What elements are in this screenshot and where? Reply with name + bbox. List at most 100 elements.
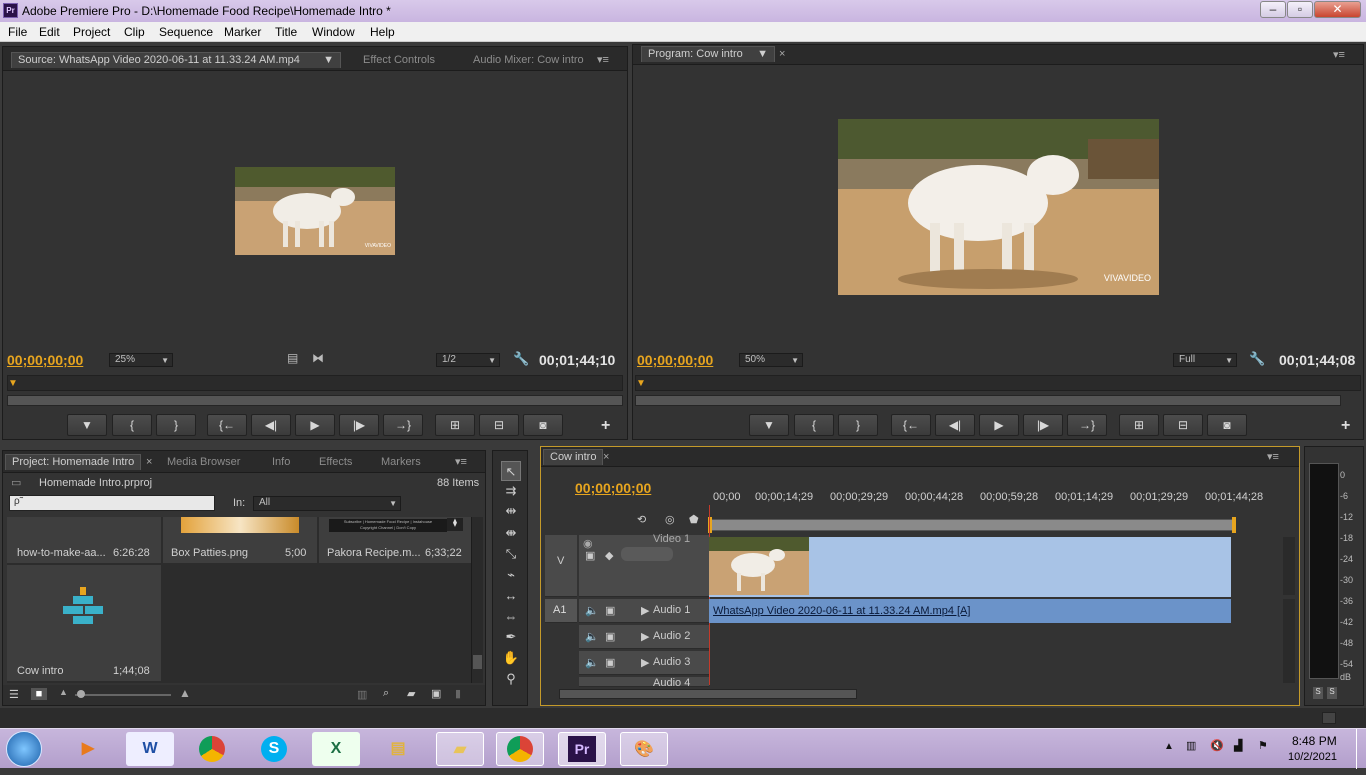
tab-project[interactable]: Project: Homemade Intro (5, 454, 142, 470)
output-icon[interactable]: ⧓ (312, 351, 324, 365)
hand-tool-icon[interactable]: ✋ (501, 648, 521, 668)
work-area-bar[interactable] (708, 517, 1236, 533)
program-time-ruler[interactable]: ▼ (635, 375, 1361, 391)
list-view-icon[interactable]: ☰ (9, 688, 19, 701)
tab-effect-controls[interactable]: Effect Controls (357, 53, 441, 69)
menu-project[interactable]: Project (73, 25, 110, 39)
excel-icon[interactable]: X (312, 732, 360, 766)
display-style-icon[interactable]: ▣ (585, 549, 595, 562)
tab-info[interactable]: Info (266, 455, 296, 471)
video-target-header[interactable]: V (545, 535, 577, 597)
tab-audio-mixer[interactable]: Audio Mixer: Cow intro (467, 53, 590, 69)
program-timecode[interactable]: 00;00;00;00 (637, 352, 713, 368)
audio-target-header[interactable]: A1 (545, 599, 577, 623)
menu-clip[interactable]: Clip (124, 25, 145, 39)
media-player-icon[interactable]: ▶ (64, 732, 112, 766)
wrench-icon[interactable]: 🔧 (513, 351, 529, 367)
snap-icon[interactable]: ⟲ (637, 513, 646, 526)
bin-item[interactable]: Subscribe | Homemade Food Recipe | Insta… (319, 517, 473, 563)
mark-in-button[interactable]: { (112, 414, 152, 436)
maximize-button[interactable]: ▫ (1287, 1, 1313, 18)
video-clip[interactable] (709, 537, 1231, 597)
program-add-button-icon[interactable]: + (1341, 417, 1350, 435)
razor-tool-icon[interactable]: ⌁ (501, 565, 521, 585)
menu-help[interactable]: Help (370, 25, 395, 39)
paint-running-icon[interactable]: 🎨 (620, 732, 668, 766)
go-to-out-button[interactable]: →} (383, 414, 423, 436)
tab-markers[interactable]: Markers (375, 455, 427, 471)
clock-time[interactable]: 8:48 PM (1292, 734, 1337, 748)
overwrite-button[interactable]: ⊟ (479, 414, 519, 436)
expand-triangle-icon[interactable]: ▶ (641, 604, 649, 617)
menu-file[interactable]: File (8, 25, 27, 39)
solo-left-button[interactable]: S (1313, 687, 1323, 699)
video-tracks-scrollbar[interactable] (1283, 537, 1295, 595)
close-button[interactable]: ✕ (1314, 1, 1361, 18)
source-zoom-scrollbar[interactable] (7, 395, 623, 406)
menu-title[interactable]: Title (275, 25, 297, 39)
program-zoom-select[interactable]: 50% (739, 353, 803, 367)
export-frame-button[interactable]: ◙ (1207, 414, 1247, 436)
project-scrollbar[interactable] (471, 517, 483, 683)
bin-item[interactable]: how-to-make-aa... 6:26:28 (7, 517, 161, 563)
icon-view-icon[interactable]: ■ (31, 688, 47, 700)
rolling-edit-tool-icon[interactable]: ⇼ (501, 523, 521, 543)
minimize-button[interactable]: – (1260, 1, 1286, 18)
new-item-icon[interactable]: ▣ (431, 687, 441, 700)
automate-icon[interactable]: ▥ (357, 688, 367, 701)
step-back-button[interactable]: ◀| (251, 414, 291, 436)
opacity-control[interactable] (621, 547, 673, 561)
program-resolution-select[interactable]: Full (1173, 353, 1237, 367)
play-button[interactable]: ▶ (295, 414, 335, 436)
mark-out-button[interactable]: } (838, 414, 878, 436)
tab-effects[interactable]: Effects (313, 455, 358, 471)
signal-icon[interactable]: ▟ (1234, 739, 1242, 752)
go-to-in-button[interactable]: {← (207, 414, 247, 436)
expand-triangle-icon[interactable]: ▶ (641, 656, 649, 669)
timeline-timecode[interactable]: 00;00;00;00 (575, 480, 651, 496)
wrench-icon[interactable]: 🔧 (1249, 351, 1265, 367)
file-explorer-icon[interactable]: ▤ (374, 732, 422, 766)
program-zoom-scrollbar[interactable] (635, 395, 1341, 406)
show-desktop-button[interactable] (1356, 729, 1366, 769)
go-to-in-button[interactable]: {← (891, 414, 931, 436)
track-select-tool-icon[interactable]: ⇉ (501, 481, 521, 501)
chrome-running-icon[interactable] (496, 732, 544, 766)
playhead-icon[interactable]: ▼ (636, 378, 646, 389)
mark-in-button[interactable]: { (794, 414, 834, 436)
panel-menu-icon[interactable]: ▾≡ (1333, 48, 1345, 61)
marker-icon[interactable]: ⬟ (689, 513, 699, 526)
step-forward-button[interactable]: |▶ (1023, 414, 1063, 436)
insert-button[interactable]: ⊞ (435, 414, 475, 436)
word-icon[interactable]: W (126, 732, 174, 766)
network-device-icon[interactable]: ▥ (1186, 739, 1196, 752)
panel-menu-icon[interactable]: ▾≡ (455, 455, 467, 468)
step-back-button[interactable]: ◀| (935, 414, 975, 436)
source-time-ruler[interactable]: ▼ (7, 375, 623, 391)
show-hidden-icons-icon[interactable]: ▲ (1164, 741, 1174, 752)
in-filter-select[interactable]: All (253, 496, 401, 511)
ripple-edit-tool-icon[interactable]: ⇹ (501, 501, 521, 521)
tab-media-browser[interactable]: Media Browser (161, 455, 246, 471)
menu-sequence[interactable]: Sequence (159, 25, 213, 39)
keyframe-nav-icon[interactable]: ◆ (605, 549, 613, 562)
tab-cow-intro[interactable]: Cow intro (543, 449, 604, 465)
scrollbar-thumb[interactable] (473, 655, 482, 669)
menu-marker[interactable]: Marker (224, 25, 261, 39)
skype-icon[interactable]: S (250, 732, 298, 766)
close-tab-icon[interactable]: × (779, 48, 785, 60)
source-add-button-icon[interactable]: + (601, 417, 610, 435)
speaker-icon[interactable]: 🔈 (585, 630, 599, 643)
playhead-icon[interactable]: ▼ (8, 378, 18, 389)
close-tab-icon[interactable]: × (603, 451, 609, 463)
track-lock-icon[interactable]: ▣ (605, 656, 615, 669)
menu-edit[interactable]: Edit (39, 25, 60, 39)
find-icon[interactable]: ⌕ (383, 687, 389, 700)
new-bin-icon[interactable]: ▰ (407, 687, 415, 700)
panel-menu-icon[interactable]: ▾≡ (597, 53, 609, 66)
timeline-ruler[interactable]: 00;00 00;00;14;29 00;00;29;29 00;00;44;2… (709, 487, 1281, 505)
slip-tool-icon[interactable]: ↔ (501, 586, 521, 606)
action-center-icon[interactable]: ⚑ (1258, 739, 1268, 752)
timeline-zoom-scrollbar[interactable] (559, 689, 857, 699)
bin-item[interactable]: Box Patties.png 5;00 (163, 517, 317, 563)
